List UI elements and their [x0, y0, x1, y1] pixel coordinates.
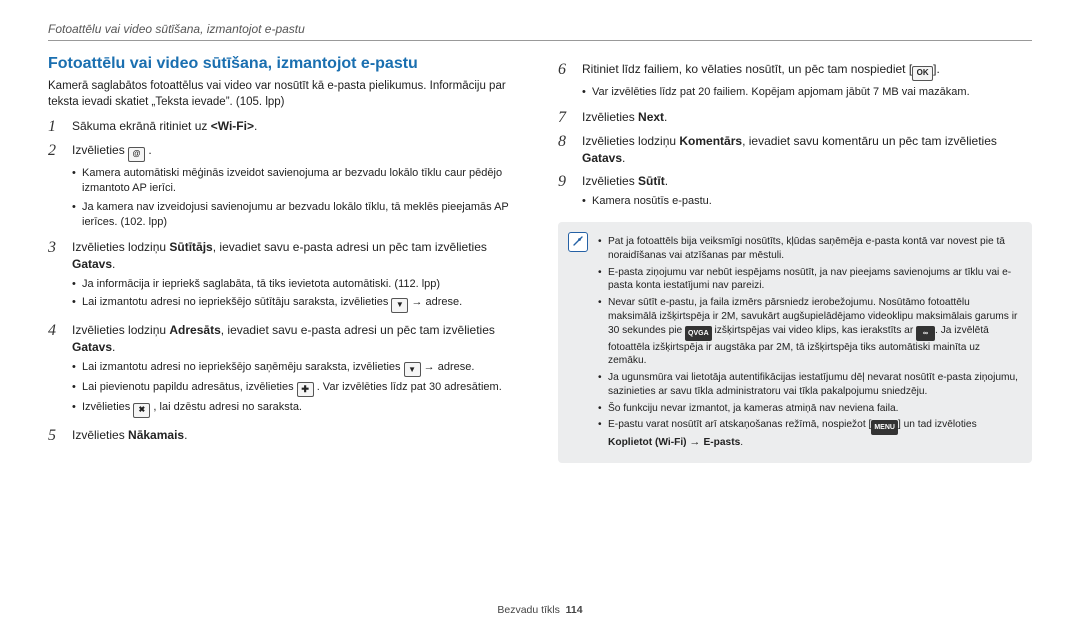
- step-body: Ritiniet līdz failiem, ko vēlaties nosūt…: [582, 61, 1032, 103]
- numbered-step: 6 Ritiniet līdz failiem, ko vēlaties nosū…: [558, 61, 1032, 103]
- step-number: 2: [48, 142, 64, 233]
- numbered-step: 5 Izvēlieties Nākamais.: [48, 427, 522, 445]
- note-item: Ja ugunsmūra vai lietotāja autentifikāci…: [598, 371, 1020, 399]
- step-sublist-item: Izvēlieties , lai dzēstu adresi no sarak…: [72, 400, 522, 418]
- step-sublist: Ja informācija ir iepriekš saglabāta, tā…: [72, 277, 522, 313]
- arrow-right-icon: [411, 296, 425, 308]
- numbered-step: 7 Izvēlieties Next.: [558, 109, 1032, 127]
- numbered-step: 8Izvēlieties lodziņu Komentārs, ievadiet…: [558, 133, 1032, 167]
- step-text: Izvēlieties @ .: [72, 142, 522, 162]
- step-number: 7: [558, 109, 574, 127]
- cross-icon: [133, 403, 150, 418]
- step-body: Izvēlieties Sūtīt. Kamera nosūtīs e-pastu…: [582, 173, 1032, 212]
- note-item: E-pastu varat nosūtīt arī atskaņošanas r…: [598, 418, 1020, 450]
- down-arrow-icon: [404, 362, 421, 377]
- step-number: 9: [558, 173, 574, 212]
- note-item: Šo funkciju nevar izmantot, ja kameras a…: [598, 402, 1020, 416]
- footer-section: Bezvadu tīkls: [497, 604, 559, 616]
- step-sublist-item: Lai izmantotu adresi no iepriekšējo sūtī…: [72, 295, 522, 313]
- right-column: 6 Ritiniet līdz failiem, ko vēlaties nosū…: [558, 55, 1032, 463]
- running-header: Fotoattēlu vai video sūtīšana, izmantojo…: [48, 22, 1032, 41]
- step-sublist-item: Var izvēlēties līdz pat 20 failiem. Kopē…: [582, 85, 1032, 100]
- note-list: Pat ja fotoattēls bija veiksmīgi nosūtīt…: [598, 232, 1020, 453]
- step-sublist: Var izvēlēties līdz pat 20 failiem. Kopē…: [582, 85, 1032, 100]
- numbered-step: 2 Izvēlieties @ . Kamera automātiski mēģin…: [48, 142, 522, 233]
- step-number: 8: [558, 133, 574, 167]
- step-sublist-item: Ja informācija ir iepriekš saglabāta, tā…: [72, 277, 522, 292]
- step-text: Izvēlieties Nākamais.: [72, 427, 522, 444]
- step-number: 4: [48, 322, 64, 421]
- two-column-layout: Fotoattēlu vai video sūtīšana, izmantojo…: [48, 55, 1032, 463]
- qvga-icon: QVGA: [685, 326, 712, 341]
- numbered-step: 1 Sākuma ekrānā ritiniet uz <Wi-Fi>.: [48, 118, 522, 136]
- ok-button-icon: OK: [912, 66, 933, 81]
- step-number: 5: [48, 427, 64, 445]
- step-sublist: Kamera nosūtīs e-pastu.: [582, 194, 1032, 209]
- numbered-step: 3Izvēlieties lodziņu Sūtītājs, ievadiet …: [48, 239, 522, 315]
- document-page: Fotoattēlu vai video sūtīšana, izmantojo…: [0, 0, 1080, 630]
- arrow-right-icon: [689, 436, 703, 448]
- left-column: Fotoattēlu vai video sūtīšana, izmantojo…: [48, 55, 522, 463]
- step-body: Sākuma ekrānā ritiniet uz <Wi-Fi>.: [72, 118, 522, 136]
- left-steps: 1Sākuma ekrānā ritiniet uz <Wi-Fi>.2Izvē…: [48, 118, 522, 445]
- step-text: Izvēlieties Next.: [582, 109, 1032, 126]
- step-number: 3: [48, 239, 64, 315]
- arrow-right-icon: [424, 361, 438, 373]
- email-app-icon: @: [128, 147, 145, 162]
- plus-icon: [297, 382, 314, 397]
- numbered-step: 4Izvēlieties lodziņu Adresāts, ievadiet …: [48, 322, 522, 421]
- step-sublist: Lai izmantotu adresi no iepriekšējo saņē…: [72, 360, 522, 418]
- step-sublist-item: Lai pievienotu papildu adresātus, izvēli…: [72, 380, 522, 397]
- step-sublist: Kamera automātiski mēģinās izveidot savi…: [72, 166, 522, 231]
- step-sublist-item: Ja kamera nav izveidojusi savienojumu ar…: [72, 200, 522, 231]
- numbered-step: 9 Izvēlieties Sūtīt. Kamera nosūtīs e-past…: [558, 173, 1032, 212]
- down-arrow-icon: [391, 298, 408, 313]
- step-text: Sākuma ekrānā ritiniet uz <Wi-Fi>.: [72, 118, 522, 135]
- step-text: Ritiniet līdz failiem, ko vēlaties nosūt…: [582, 61, 1032, 81]
- step-body: Izvēlieties Nākamais.: [72, 427, 522, 445]
- step-body: Izvēlieties Next.: [582, 109, 1032, 127]
- step-text: Izvēlieties lodziņu Komentārs, ievadiet …: [582, 133, 1032, 167]
- note-item: Nevar sūtīt e-pastu, ja faila izmērs pār…: [598, 296, 1020, 368]
- step-body: Izvēlieties lodziņu Komentārs, ievadiet …: [582, 133, 1032, 167]
- note-block: Pat ja fotoattēls bija veiksmīgi nosūtīt…: [558, 222, 1032, 463]
- note-item: Pat ja fotoattēls bija veiksmīgi nosūtīt…: [598, 235, 1020, 263]
- step-sublist-item: Kamera automātiski mēģinās izveidot savi…: [72, 166, 522, 197]
- step-text: Izvēlieties lodziņu Sūtītājs, ievadiet s…: [72, 239, 522, 273]
- step-sublist-item: Kamera nosūtīs e-pastu.: [582, 194, 1032, 209]
- section-title: Fotoattēlu vai video sūtīšana, izmantojo…: [48, 55, 522, 73]
- page-footer: Bezvadu tīkls 114: [0, 604, 1080, 616]
- step-text: Izvēlieties Sūtīt.: [582, 173, 1032, 190]
- step-body: Izvēlieties lodziņu Sūtītājs, ievadiet s…: [72, 239, 522, 315]
- share-rec-icon: ∞: [916, 326, 935, 341]
- menu-icon: MENU: [871, 420, 898, 435]
- step-body: Izvēlieties @ . Kamera automātiski mēģinā…: [72, 142, 522, 233]
- step-text: Izvēlieties lodziņu Adresāts, ievadiet s…: [72, 322, 522, 356]
- right-steps: 6 Ritiniet līdz failiem, ko vēlaties nosū…: [558, 61, 1032, 212]
- note-icon: [568, 232, 588, 252]
- step-sublist-item: Lai izmantotu adresi no iepriekšējo saņē…: [72, 360, 522, 378]
- step-number: 1: [48, 118, 64, 136]
- intro-paragraph: Kamerā saglabātos fotoattēlus vai video …: [48, 79, 522, 110]
- footer-page-number: 114: [566, 604, 583, 616]
- step-body: Izvēlieties lodziņu Adresāts, ievadiet s…: [72, 322, 522, 421]
- note-item: E-pasta ziņojumu var nebūt iespējams nos…: [598, 266, 1020, 294]
- step-number: 6: [558, 61, 574, 103]
